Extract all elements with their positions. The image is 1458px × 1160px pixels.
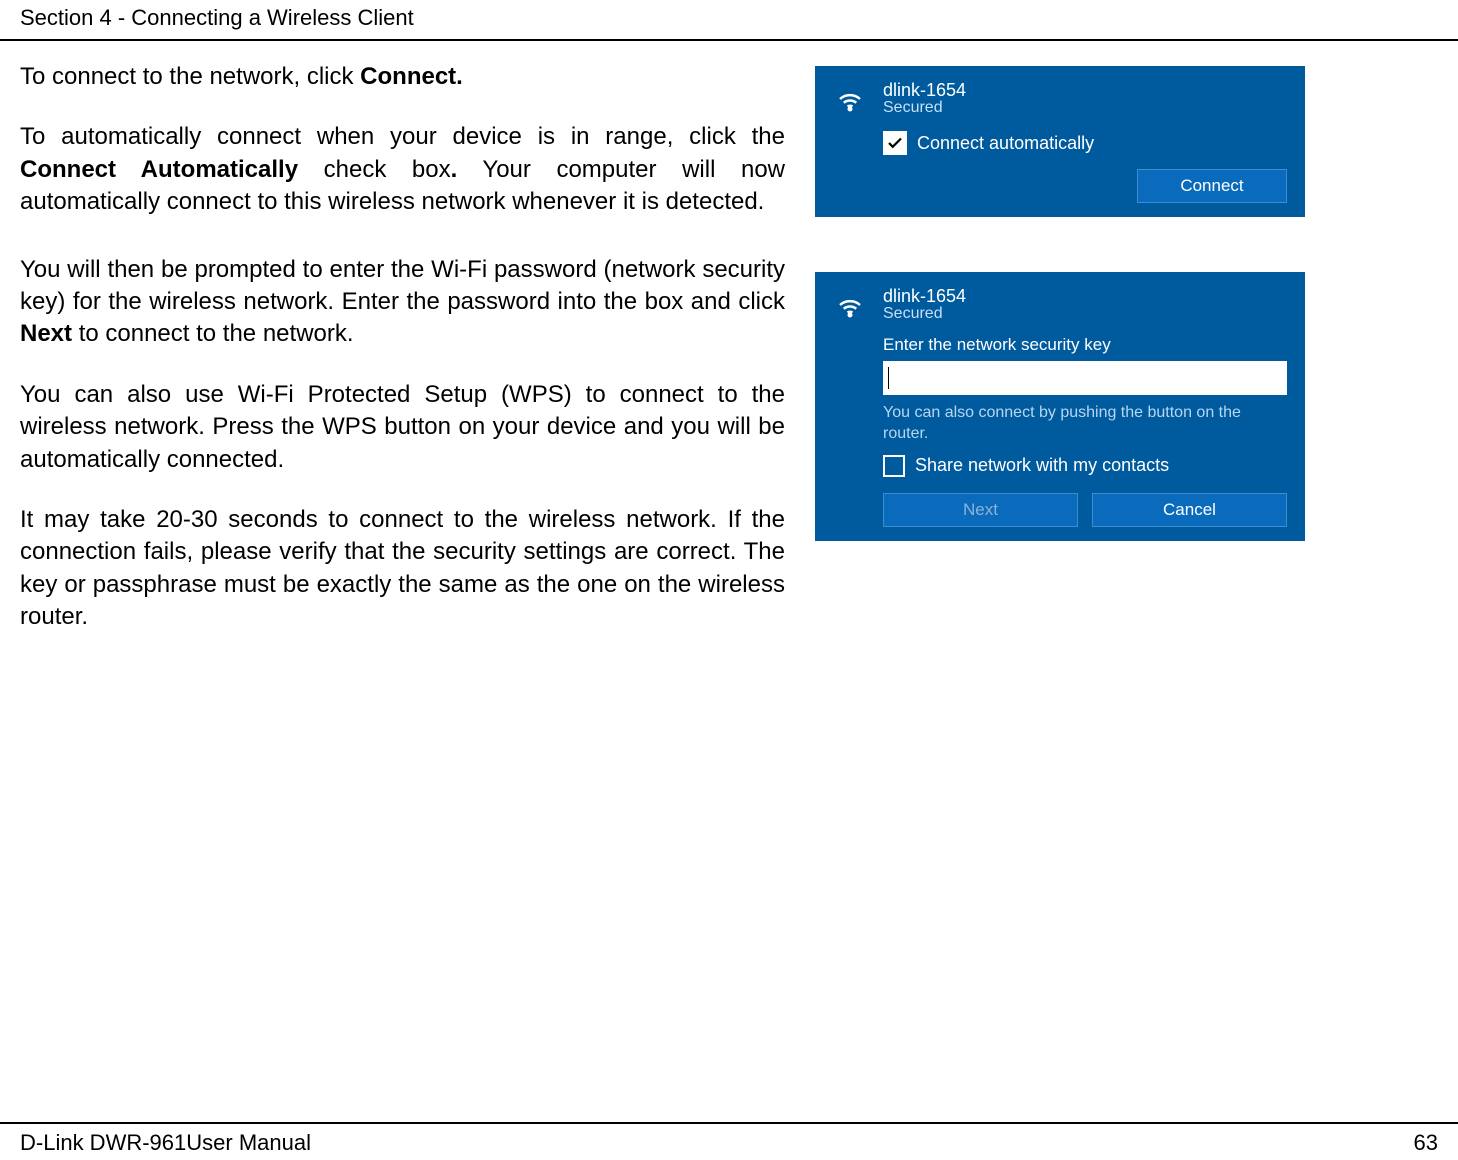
connect-button[interactable]: Connect <box>1137 169 1287 203</box>
p3-text-c: to connect to the network. <box>72 320 354 347</box>
paragraph-2: To automatically connect when your devic… <box>20 121 785 218</box>
connect-auto-label: Connect automatically <box>917 133 1094 154</box>
content-area: To connect to the network, click Connect… <box>0 41 1458 681</box>
wifi-password-panel: dlink-1654 Secured Enter the network sec… <box>815 272 1305 541</box>
p1-text: To connect to the network, click <box>20 63 360 90</box>
connect-button-row: Connect <box>883 169 1287 203</box>
text-cursor-icon <box>888 367 889 389</box>
wifi-status: Secured <box>883 99 966 117</box>
page-footer: D-Link DWR-961User Manual 63 <box>0 1122 1458 1156</box>
cancel-button[interactable]: Cancel <box>1092 493 1287 527</box>
p1-bold-connect: Connect. <box>360 63 463 90</box>
checkbox-checked-icon[interactable] <box>883 131 907 155</box>
wifi-header-row: dlink-1654 Secured <box>833 80 1287 117</box>
p3-text-a: You will then be prompted to enter the W… <box>20 256 785 315</box>
paragraph-4: You can also use Wi-Fi Protected Setup (… <box>20 379 785 476</box>
security-key-input[interactable] <box>883 361 1287 395</box>
wifi-name-block: dlink-1654 Secured <box>883 80 966 117</box>
wifi-icon <box>833 82 867 116</box>
wifi-connect-panel: dlink-1654 Secured Connect automatically… <box>815 66 1305 217</box>
panel1-body: Connect automatically Connect <box>833 131 1287 203</box>
p2-text-c: check box <box>298 156 451 183</box>
p3-bold-next: Next <box>20 320 72 347</box>
wifi-header-row-2: dlink-1654 Secured <box>833 286 1287 323</box>
security-key-prompt: Enter the network security key <box>883 335 1287 355</box>
checkbox-empty-icon[interactable] <box>883 455 905 477</box>
wifi-name-block-2: dlink-1654 Secured <box>883 286 966 323</box>
wps-hint-text: You can also connect by pushing the butt… <box>883 403 1287 445</box>
connect-auto-row[interactable]: Connect automatically <box>883 131 1287 155</box>
p2-bold-connect-auto: Connect Automatically <box>20 156 298 183</box>
footer-page-number: 63 <box>1414 1130 1438 1156</box>
wifi-ssid-2: dlink-1654 <box>883 286 966 307</box>
paragraph-5: It may take 20-30 seconds to connect to … <box>20 504 785 634</box>
instruction-text: To connect to the network, click Connect… <box>20 61 785 661</box>
paragraph-1: To connect to the network, click Connect… <box>20 61 785 93</box>
p2-text-a: To automatically connect when your devic… <box>20 123 785 150</box>
wifi-status-2: Secured <box>883 305 966 323</box>
share-network-label: Share network with my contacts <box>915 455 1169 476</box>
footer-manual-title: D-Link DWR-961User Manual <box>20 1130 311 1156</box>
section-header: Section 4 - Connecting a Wireless Client <box>0 0 1458 41</box>
paragraph-3: You will then be prompted to enter the W… <box>20 254 785 351</box>
wifi-icon <box>833 288 867 322</box>
next-button[interactable]: Next <box>883 493 1078 527</box>
screenshots-column: dlink-1654 Secured Connect automatically… <box>815 61 1438 661</box>
share-network-row[interactable]: Share network with my contacts <box>883 455 1287 477</box>
panel2-body: Enter the network security key You can a… <box>833 335 1287 527</box>
wifi-ssid: dlink-1654 <box>883 80 966 101</box>
next-cancel-row: Next Cancel <box>883 493 1287 527</box>
